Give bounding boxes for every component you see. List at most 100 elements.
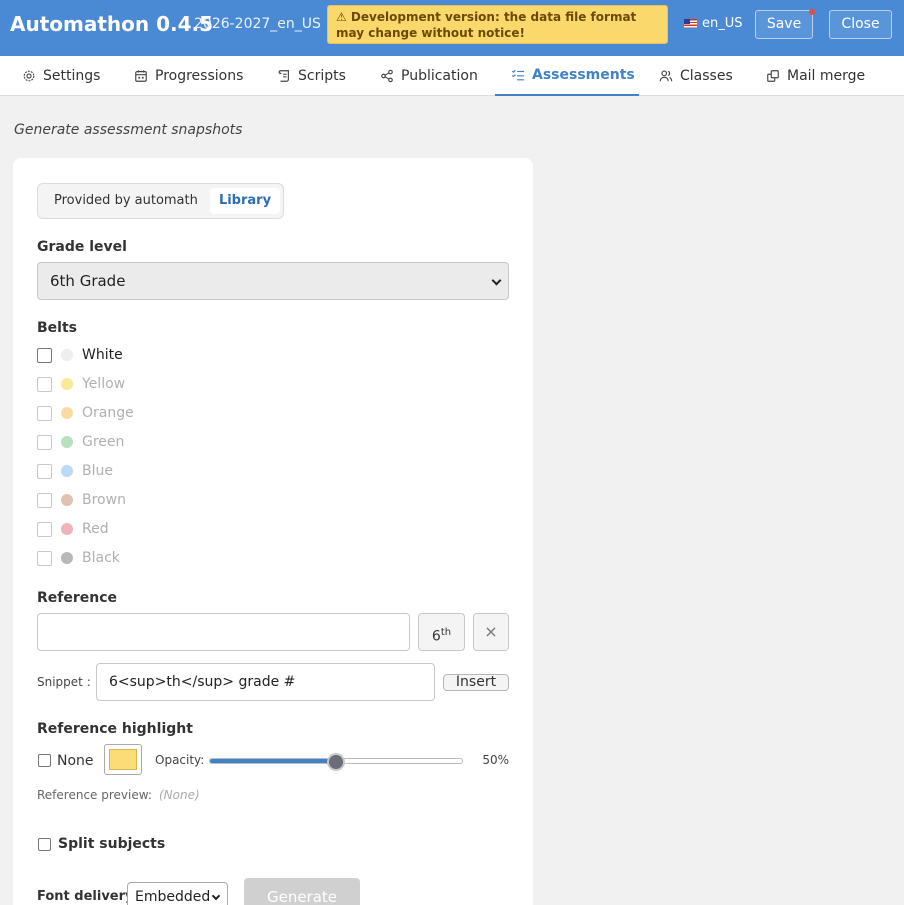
font-delivery-select[interactable]: Embedded: [127, 882, 228, 905]
opacity-slider[interactable]: [209, 753, 463, 771]
belt-red: Red: [37, 519, 109, 539]
share-icon: [381, 69, 393, 83]
page-subtitle: Generate assessment snapshots: [14, 122, 243, 138]
belt-color-dot: [61, 436, 73, 448]
belt-label: Black: [82, 550, 120, 566]
sup-button-sup: th: [440, 627, 452, 638]
belt-checkbox: [37, 463, 52, 479]
generate-button[interactable]: Generate: [244, 878, 360, 905]
tab-settings[interactable]: Settings: [22, 56, 100, 96]
database-name: 2026-2027_en_US: [194, 16, 321, 32]
chevron-down-icon: [211, 891, 221, 901]
tab-label: Progressions: [155, 68, 244, 84]
belt-color-dot: [61, 494, 73, 506]
belt-label: Orange: [82, 405, 134, 421]
none-checkbox[interactable]: [38, 754, 51, 767]
belt-label: White: [82, 347, 123, 363]
source-segmented-control: Provided by automath Library: [37, 183, 284, 219]
belt-label: Blue: [82, 463, 113, 479]
tab-publication[interactable]: Publication: [380, 56, 478, 96]
app-title: Automathon 0.4.5: [10, 12, 214, 36]
belt-color-dot: [61, 407, 73, 419]
checklist-icon: [511, 69, 525, 81]
belt-checkbox: [37, 492, 52, 508]
clear-reference-button[interactable]: ×: [473, 613, 509, 651]
grade-level-select[interactable]: 6th Grade: [37, 262, 509, 300]
split-subjects-label: Split subjects: [58, 836, 166, 852]
belt-checkbox: [37, 405, 52, 421]
assessment-form-card: Provided by automath Library Grade level…: [13, 158, 533, 905]
unsaved-indicator: [809, 9, 815, 15]
insert-superscript-button[interactable]: 6th: [418, 613, 465, 651]
tab-label: Mail merge: [787, 68, 866, 84]
reference-input[interactable]: [37, 613, 410, 651]
highlight-color-picker[interactable]: [104, 744, 142, 775]
snippet-label: Snippet :: [37, 675, 91, 689]
belt-color-dot: [61, 523, 73, 535]
copy-icon: [767, 70, 779, 82]
tab-assessments[interactable]: Assessments: [495, 56, 639, 96]
split-subjects-checkbox[interactable]: [38, 838, 51, 851]
save-button[interactable]: Save: [755, 10, 813, 39]
tab-label: Classes: [680, 68, 733, 84]
us-flag-icon: [684, 19, 697, 28]
belt-label: Brown: [82, 492, 126, 508]
belt-color-dot: [61, 378, 73, 390]
font-delivery-label: Font delivery: [37, 889, 134, 904]
source-option-automath[interactable]: Provided by automath: [42, 188, 210, 214]
tab-label: Scripts: [298, 68, 346, 84]
none-label: None: [57, 753, 94, 769]
insert-button[interactable]: Insert: [443, 674, 509, 691]
chevron-down-icon: [491, 275, 502, 286]
opacity-slider-thumb[interactable]: [327, 753, 345, 771]
language-selector[interactable]: en_US: [684, 16, 743, 31]
tab-label: Assessments: [532, 67, 635, 83]
tab-label: Publication: [401, 68, 478, 84]
reference-highlight-label: Reference highlight: [37, 721, 193, 737]
tab-classes[interactable]: Classes: [659, 56, 733, 96]
highlight-controls: None Opacity: 50%: [37, 743, 509, 777]
belt-brown: Brown: [37, 490, 126, 510]
belt-label: Yellow: [82, 376, 126, 392]
belt-color-dot: [61, 349, 73, 361]
users-icon: [659, 70, 673, 82]
close-button[interactable]: Close: [829, 10, 892, 39]
calendar-icon: [135, 70, 147, 82]
belt-checkbox[interactable]: [37, 347, 52, 363]
gear-icon: [23, 70, 35, 82]
tab-mail-merge[interactable]: Mail merge: [766, 56, 865, 96]
font-delivery-value: Embedded: [135, 889, 211, 905]
opacity-label: Opacity:: [155, 753, 205, 767]
grade-level-label: Grade level: [37, 239, 127, 255]
dev-warning-banner: ⚠ Development version: the data file for…: [327, 5, 668, 44]
belt-white[interactable]: White: [37, 345, 123, 365]
tab-label: Settings: [43, 68, 101, 84]
belt-color-dot: [61, 465, 73, 477]
tab-progressions[interactable]: Progressions: [134, 56, 243, 96]
color-swatch: [109, 749, 137, 770]
belt-checkbox: [37, 434, 52, 450]
belt-checkbox: [37, 376, 52, 392]
belts-label: Belts: [37, 320, 77, 336]
belt-checkbox: [37, 550, 52, 566]
tab-scripts[interactable]: Scripts: [277, 56, 346, 96]
source-option-library[interactable]: Library: [210, 188, 280, 214]
belt-green: Green: [37, 432, 124, 452]
belt-label: Green: [82, 434, 125, 450]
belt-blue: Blue: [37, 461, 113, 481]
belt-orange: Orange: [37, 403, 134, 423]
sup-button-base: 6: [431, 628, 441, 645]
belt-black: Black: [37, 548, 120, 568]
tab-bar: Settings Progressions Scripts Publicatio…: [0, 56, 904, 96]
grade-level-value: 6th Grade: [50, 272, 126, 290]
belt-color-dot: [61, 552, 73, 564]
opacity-value: 50%: [482, 753, 509, 767]
language-label: en_US: [702, 16, 743, 31]
reference-label: Reference: [37, 590, 118, 606]
opacity-slider-fill: [210, 759, 336, 763]
belt-checkbox: [37, 521, 52, 537]
app-header: Automathon 0.4.5 2026-2027_en_US ⚠ Devel…: [0, 0, 904, 56]
reference-preview-label: Reference preview:: [37, 788, 152, 802]
snippet-input[interactable]: 6<sup>th</sup> grade #: [96, 663, 435, 701]
belt-label: Red: [82, 521, 109, 537]
